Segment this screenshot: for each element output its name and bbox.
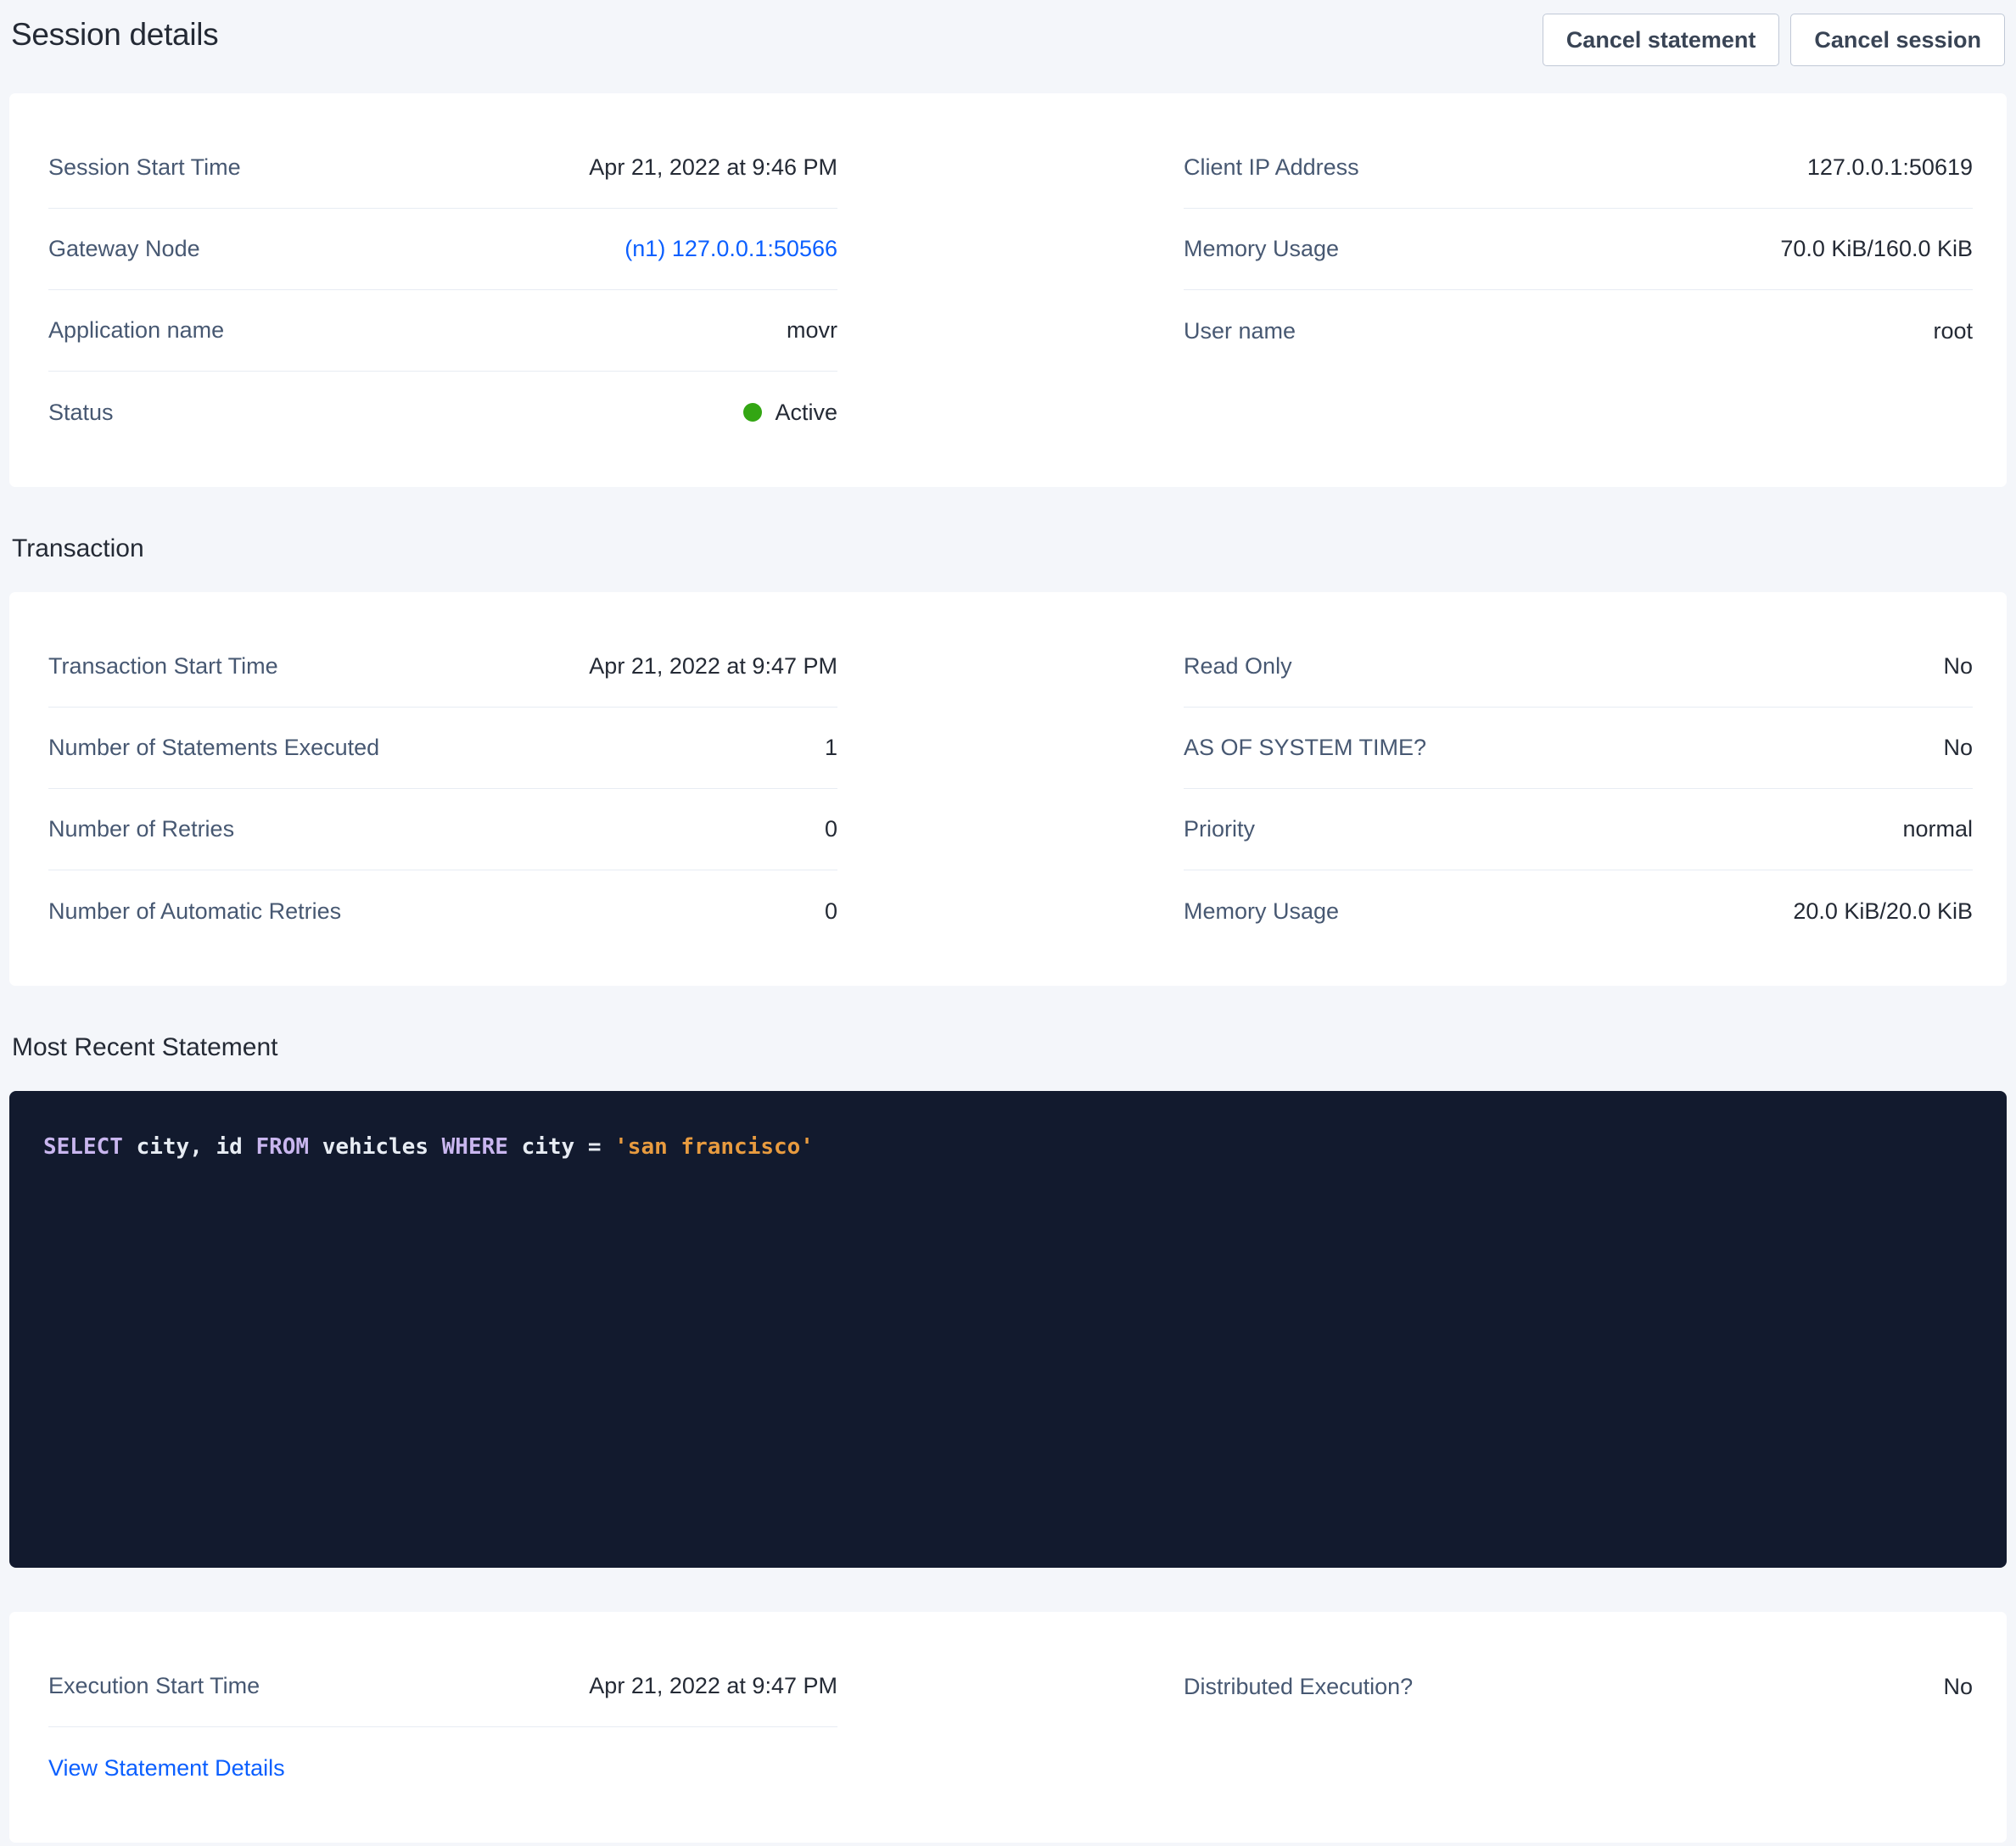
row-label: Client IP Address xyxy=(1184,154,1359,181)
user-name-row: User name root xyxy=(1184,290,1973,372)
row-value: Apr 21, 2022 at 9:46 PM xyxy=(589,154,837,181)
sql-keyword: SELECT xyxy=(43,1134,123,1160)
sql-plain: city = xyxy=(508,1134,614,1160)
status-active-dot-icon xyxy=(743,403,762,422)
transaction-right-column: Read Only No AS OF SYSTEM TIME? No Prior… xyxy=(1184,626,1973,952)
session-summary-right-column: Client IP Address 127.0.0.1:50619 Memory… xyxy=(1184,127,1973,453)
read-only-row: Read Only No xyxy=(1184,626,1973,708)
transaction-left-column: Transaction Start Time Apr 21, 2022 at 9… xyxy=(48,626,837,952)
sql-plain: city, id xyxy=(123,1134,256,1160)
page-header: Session details Cancel statement Cancel … xyxy=(9,14,2007,66)
sql-string: 'san francisco' xyxy=(614,1134,814,1160)
row-label: Transaction Start Time xyxy=(48,653,278,680)
retries-row: Number of Retries 0 xyxy=(48,789,837,870)
row-value: 127.0.0.1:50619 xyxy=(1807,154,1973,181)
row-value: 0 xyxy=(825,898,837,925)
row-value: No xyxy=(1943,1674,1973,1700)
row-value: Apr 21, 2022 at 9:47 PM xyxy=(589,1673,837,1699)
row-label: Number of Retries xyxy=(48,816,234,842)
row-label: Priority xyxy=(1184,816,1255,842)
cancel-statement-button[interactable]: Cancel statement xyxy=(1543,14,1780,66)
execution-card: Execution Start Time Apr 21, 2022 at 9:4… xyxy=(9,1612,2007,1843)
transaction-section-heading: Transaction xyxy=(12,534,2007,563)
row-label: Session Start Time xyxy=(48,154,241,181)
row-value: normal xyxy=(1902,816,1973,842)
row-value: No xyxy=(1943,653,1973,680)
execution-start-time-row: Execution Start Time Apr 21, 2022 at 9:4… xyxy=(48,1646,837,1727)
priority-row: Priority normal xyxy=(1184,789,1973,870)
row-label: Status xyxy=(48,400,114,426)
distributed-execution-row: Distributed Execution? No xyxy=(1184,1646,1973,1727)
most-recent-statement-heading: Most Recent Statement xyxy=(12,1033,2007,1062)
row-value: 0 xyxy=(825,816,837,842)
transaction-card: Transaction Start Time Apr 21, 2022 at 9… xyxy=(9,592,2007,986)
row-label: Gateway Node xyxy=(48,236,200,262)
row-value: root xyxy=(1933,318,1973,344)
transaction-memory-usage-row: Memory Usage 20.0 KiB/20.0 KiB xyxy=(1184,870,1973,952)
as-of-system-time-row: AS OF SYSTEM TIME? No xyxy=(1184,708,1973,789)
row-value: 20.0 KiB/20.0 KiB xyxy=(1793,898,1973,925)
session-memory-usage-row: Memory Usage 70.0 KiB/160.0 KiB xyxy=(1184,209,1973,290)
row-label: User name xyxy=(1184,318,1296,344)
row-label: Memory Usage xyxy=(1184,898,1339,925)
gateway-node-link[interactable]: (n1) 127.0.0.1:50566 xyxy=(624,236,837,262)
status-row: Status Active xyxy=(48,372,837,453)
session-details-page: Session details Cancel statement Cancel … xyxy=(0,0,2016,1843)
session-summary-card: Session Start Time Apr 21, 2022 at 9:46 … xyxy=(9,93,2007,487)
row-value: Apr 21, 2022 at 9:47 PM xyxy=(589,653,837,680)
sql-plain: vehicles xyxy=(309,1134,442,1160)
row-label: Memory Usage xyxy=(1184,236,1339,262)
page-title: Session details xyxy=(11,17,218,53)
row-value: movr xyxy=(787,317,837,344)
row-label: Execution Start Time xyxy=(48,1673,260,1699)
sql-statement-box: SELECT city, id FROM vehicles WHERE city… xyxy=(9,1091,2007,1568)
sql-keyword: WHERE xyxy=(442,1134,508,1160)
transaction-start-time-row: Transaction Start Time Apr 21, 2022 at 9… xyxy=(48,626,837,708)
status-text: Active xyxy=(775,400,837,426)
row-value: No xyxy=(1943,735,1973,761)
row-value: 70.0 KiB/160.0 KiB xyxy=(1780,236,1973,262)
statements-executed-row: Number of Statements Executed 1 xyxy=(48,708,837,789)
row-label: Number of Statements Executed xyxy=(48,735,379,761)
row-label: AS OF SYSTEM TIME? xyxy=(1184,735,1426,761)
row-label: Number of Automatic Retries xyxy=(48,898,341,925)
header-actions: Cancel statement Cancel session xyxy=(1543,14,2005,66)
row-label: Application name xyxy=(48,317,224,344)
status-badge: Active xyxy=(743,400,837,426)
row-label: Read Only xyxy=(1184,653,1292,680)
session-summary-left-column: Session Start Time Apr 21, 2022 at 9:46 … xyxy=(48,127,837,453)
automatic-retries-row: Number of Automatic Retries 0 xyxy=(48,870,837,952)
view-statement-details-row: View Statement Details xyxy=(48,1727,837,1809)
row-value: 1 xyxy=(825,735,837,761)
view-statement-details-link[interactable]: View Statement Details xyxy=(48,1755,285,1782)
execution-left-column: Execution Start Time Apr 21, 2022 at 9:4… xyxy=(48,1646,837,1809)
sql-keyword: FROM xyxy=(255,1134,309,1160)
cancel-session-button[interactable]: Cancel session xyxy=(1790,14,2005,66)
gateway-node-row: Gateway Node (n1) 127.0.0.1:50566 xyxy=(48,209,837,290)
sql-statement-text: SELECT city, id FROM vehicles WHERE city… xyxy=(43,1132,1973,1162)
session-start-time-row: Session Start Time Apr 21, 2022 at 9:46 … xyxy=(48,127,837,209)
application-name-row: Application name movr xyxy=(48,290,837,372)
row-label: Distributed Execution? xyxy=(1184,1674,1413,1700)
client-ip-row: Client IP Address 127.0.0.1:50619 xyxy=(1184,127,1973,209)
execution-right-column: Distributed Execution? No xyxy=(1184,1646,1973,1809)
